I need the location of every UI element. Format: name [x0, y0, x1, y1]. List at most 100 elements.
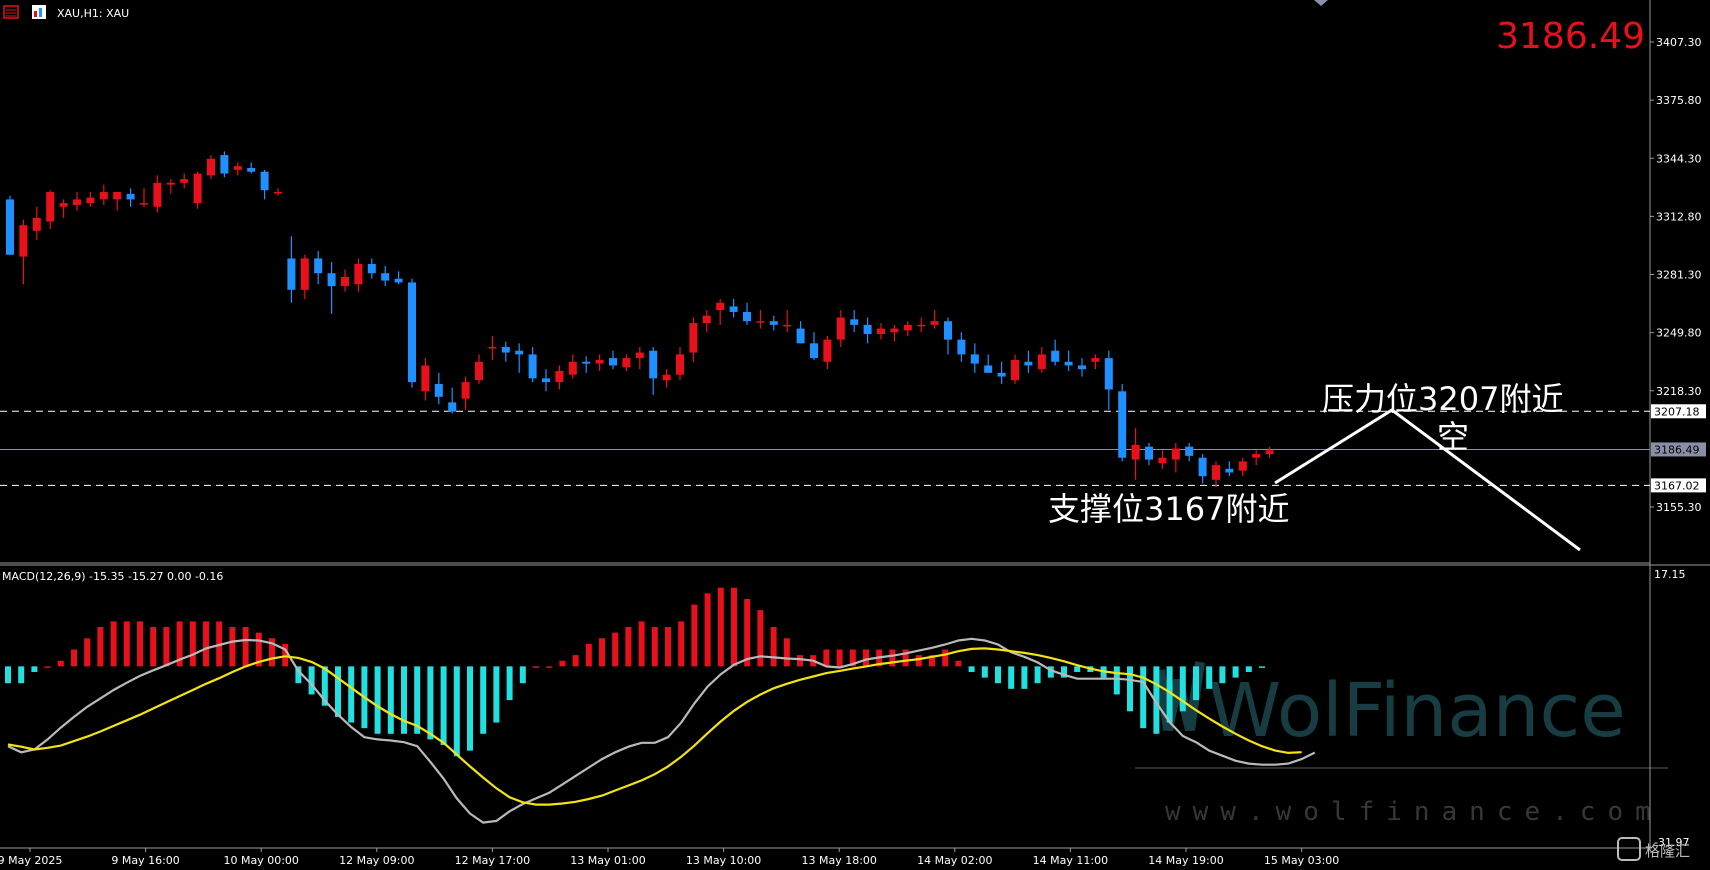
histogram-bar-negative [1206, 666, 1213, 689]
histogram-bar-positive [559, 660, 566, 667]
histogram-bar-negative [1232, 666, 1239, 678]
candle [341, 269, 349, 292]
candle-body [743, 311, 751, 322]
candle-body [220, 155, 229, 174]
candle [676, 347, 684, 381]
candle-body [984, 365, 993, 373]
candle [957, 332, 966, 362]
candle [984, 354, 993, 373]
candle-body [930, 321, 939, 325]
candle-body [1091, 358, 1100, 362]
candle [1051, 339, 1060, 366]
candle-body [783, 324, 792, 327]
candle-body [1265, 450, 1274, 455]
histogram-bar-positive [757, 610, 764, 667]
candle [1037, 347, 1046, 373]
candle [501, 341, 510, 362]
candle-body [850, 319, 859, 325]
candle [287, 236, 296, 303]
candle [769, 315, 778, 331]
candle-body [1011, 359, 1019, 381]
candle-body [676, 354, 684, 375]
time-tick-label: 13 May 18:00 [801, 854, 876, 867]
candle [207, 155, 215, 180]
candle [1091, 354, 1100, 370]
gelonghui-logo-icon [1617, 837, 1641, 861]
candle [461, 376, 470, 410]
histogram-bar-negative [1034, 666, 1041, 684]
candle-body [314, 258, 323, 274]
candle [1024, 350, 1033, 373]
candle [1198, 454, 1207, 484]
candle-body [1185, 446, 1194, 456]
macd-panel[interactable]: MACD(12,26,9) -15.35 -15.27 0.00 -0.16 W… [2, 568, 1689, 849]
price-tag-label: 3207.18 [1654, 405, 1700, 418]
support-annotation: 支撑位3167附近 [1048, 490, 1289, 528]
candle-body [582, 361, 591, 364]
candle [260, 169, 269, 200]
histogram-bar-positive [163, 627, 170, 667]
candle [917, 317, 926, 333]
candle [247, 162, 256, 174]
candle-body [1238, 461, 1247, 471]
candle [153, 175, 162, 213]
candle-body [341, 276, 349, 287]
candle-body [528, 354, 537, 379]
scroll-marker-icon[interactable] [1314, 0, 1328, 6]
chart-type-icon[interactable] [32, 5, 46, 19]
histogram-bar-negative [1259, 666, 1265, 668]
candle-body [729, 306, 738, 312]
histogram-bar-positive [189, 621, 196, 667]
candle [1265, 446, 1274, 458]
candle [1171, 442, 1180, 473]
candle [877, 323, 885, 340]
candle [46, 190, 55, 229]
candle [488, 335, 497, 360]
candle-body [1064, 361, 1073, 366]
candle [930, 310, 939, 329]
histogram-bar-positive [123, 621, 130, 667]
candle-body [394, 278, 403, 283]
histogram-bar-negative [1113, 666, 1120, 695]
candle [327, 262, 336, 314]
candle-body [823, 339, 832, 362]
candle [140, 188, 148, 207]
price-axis: 3407.30 3375.80 3344.30 3312.80 3281.30 3249.… [1650, 36, 1702, 514]
candle [99, 184, 108, 205]
trading-chart[interactable]: XAU,H1: XAU 3186.49 3407.30 3375.80 3344.3… [0, 0, 1710, 870]
candle-body [542, 378, 550, 383]
candle-body [166, 182, 175, 185]
candle [622, 354, 631, 372]
price-tick-label: 3375.80 [1656, 94, 1702, 107]
histogram-bar-negative [427, 666, 434, 740]
candle-body [1131, 444, 1140, 460]
histogram-bar-negative [519, 666, 526, 684]
histogram-bar-positive [955, 660, 962, 667]
histogram-bar-negative [31, 666, 38, 672]
histogram-bar-positive [585, 643, 592, 667]
histogram-bar-positive [651, 627, 658, 667]
price-tick-label: 3249.80 [1656, 327, 1702, 340]
current-price-display: 3186.49 [1496, 16, 1645, 57]
candle-body [46, 192, 55, 222]
candle-body [354, 263, 363, 285]
candle-body [260, 171, 269, 191]
candle [568, 354, 577, 379]
candle [903, 321, 912, 336]
chart-window-icon[interactable] [3, 5, 19, 19]
candle-body [1158, 457, 1167, 464]
candle [944, 317, 952, 355]
candle-body [836, 317, 845, 340]
candle-body [501, 347, 510, 353]
candle-body [555, 371, 564, 383]
histogram-bar-positive [678, 621, 685, 667]
time-tick-label: 14 May 11:00 [1033, 854, 1108, 867]
candle-body [622, 358, 631, 368]
candle [1252, 450, 1261, 466]
candle [394, 271, 403, 285]
time-axis: 9 May 2025 9 May 16:00 10 May 00:00 12 May … [0, 848, 1339, 867]
time-tick-label: 13 May 01:00 [570, 854, 645, 867]
candle [475, 354, 483, 384]
gelonghui-logo-text: 格隆汇 [1645, 842, 1690, 860]
candle [59, 199, 68, 218]
